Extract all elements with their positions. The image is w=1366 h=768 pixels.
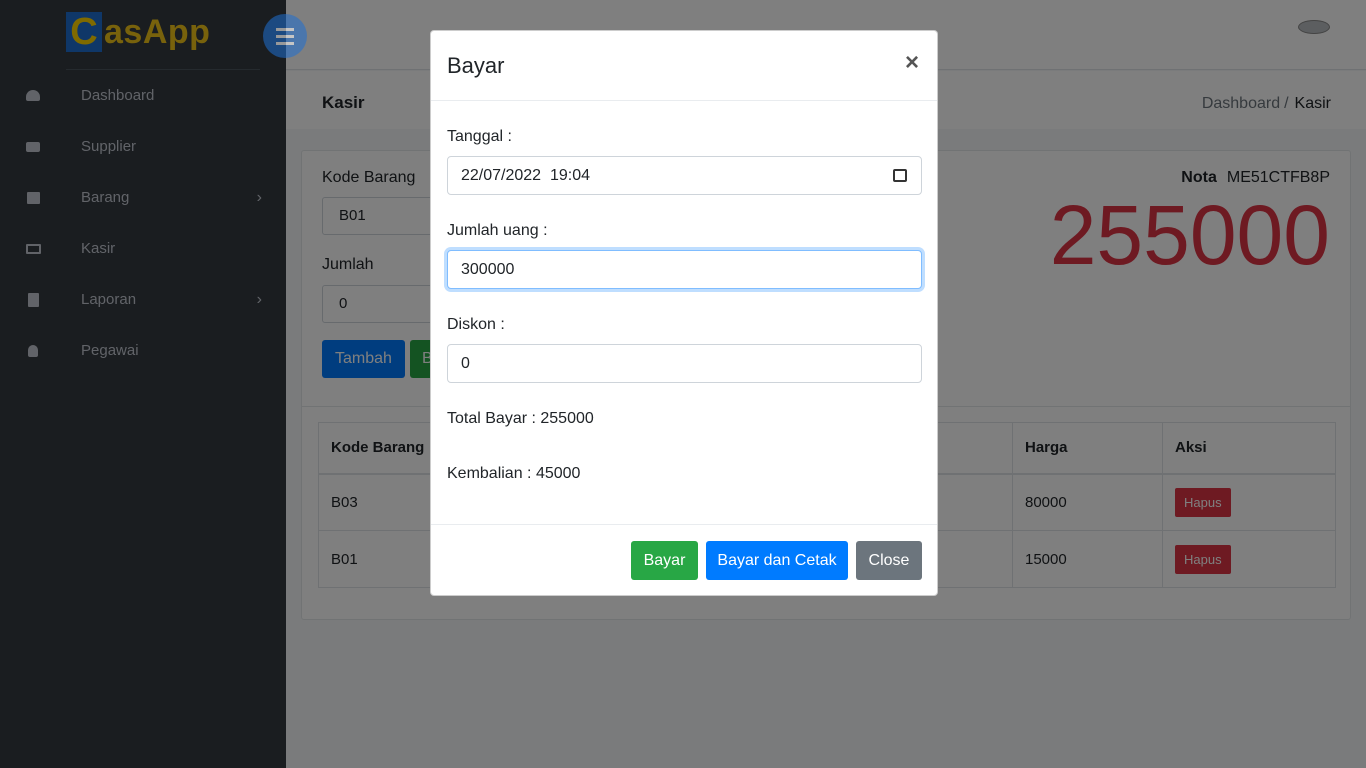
modal-title: Bayar bbox=[447, 53, 505, 78]
menu-toggle-button[interactable] bbox=[263, 14, 307, 58]
tanggal-input[interactable]: 22/07/2022 19:04 bbox=[447, 156, 922, 195]
close-button[interactable]: Close bbox=[856, 541, 922, 580]
modal-header: Bayar × bbox=[431, 31, 937, 101]
bayar-button[interactable]: Bayar bbox=[631, 541, 698, 580]
tanggal-value: 22/07/2022 19:04 bbox=[461, 167, 591, 184]
total-bayar-text: Total Bayar : 255000 bbox=[447, 410, 594, 427]
kembalian-text: Kembalian : 45000 bbox=[447, 465, 581, 482]
calendar-icon[interactable] bbox=[893, 169, 907, 182]
bayar-modal: Bayar × Tanggal : 22/07/2022 19:04 Jumla… bbox=[430, 30, 938, 596]
diskon-input[interactable]: 0 bbox=[447, 344, 922, 383]
tanggal-label: Tanggal : bbox=[447, 128, 512, 145]
modal-footer-divider bbox=[431, 524, 937, 525]
close-icon[interactable]: × bbox=[905, 49, 919, 77]
diskon-label: Diskon : bbox=[447, 316, 505, 333]
jumlah-uang-input[interactable]: 300000 bbox=[447, 250, 922, 289]
hamburger-icon bbox=[276, 26, 294, 47]
jumlah-uang-label: Jumlah uang : bbox=[447, 222, 548, 239]
bayar-dan-cetak-button[interactable]: Bayar dan Cetak bbox=[706, 541, 848, 580]
